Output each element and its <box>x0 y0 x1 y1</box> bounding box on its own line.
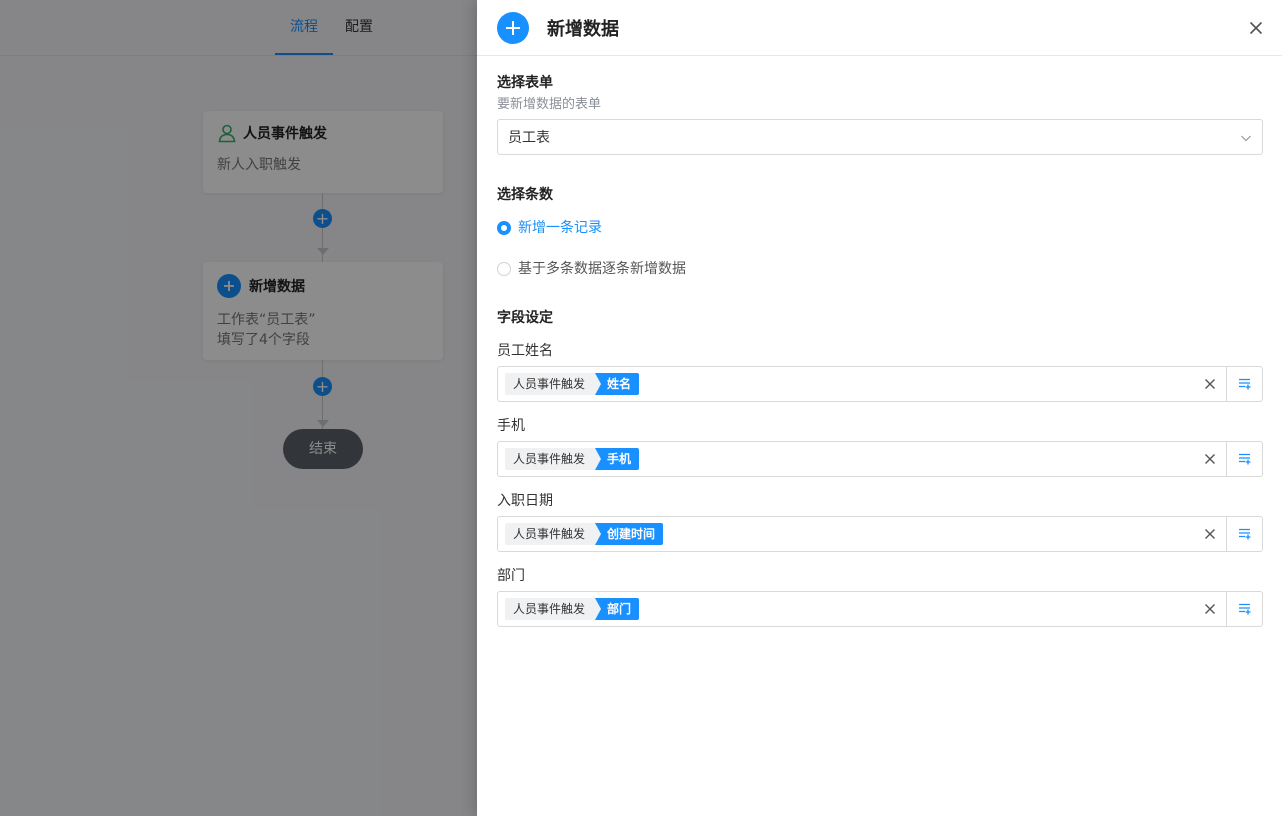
plus-icon <box>497 11 529 44</box>
radio-button[interactable] <box>497 221 511 235</box>
field-input[interactable]: 人员事件触发 手机 <box>498 442 1226 476</box>
field-input[interactable]: 人员事件触发 创建时间 <box>498 517 1226 551</box>
insert-field-button[interactable] <box>1226 517 1262 551</box>
field-row: 入职日期 人员事件触发 创建时间 <box>497 491 1263 552</box>
chevron-down-icon <box>1241 135 1251 142</box>
add-data-drawer: 新增数据 选择表单 要新增数据的表单 员工表 选择条数 新增一条记录 基于多条数… <box>477 0 1282 816</box>
source-tag: 人员事件触发 <box>505 598 596 620</box>
insert-field-button[interactable] <box>1226 592 1262 626</box>
field-row: 手机 人员事件触发 手机 <box>497 416 1263 477</box>
clear-icon[interactable] <box>1204 378 1216 390</box>
radio-label: 新增一条记录 <box>518 220 602 236</box>
field-tag: 手机 <box>595 448 640 470</box>
radio-option-single[interactable]: 新增一条记录 <box>497 218 1263 238</box>
field-tag: 创建时间 <box>595 523 664 545</box>
field-label: 手机 <box>497 418 525 434</box>
field-value-box[interactable]: 人员事件触发 手机 <box>497 441 1263 477</box>
field-input[interactable]: 人员事件触发 姓名 <box>498 367 1226 401</box>
drawer-title: 新增数据 <box>547 18 619 40</box>
count-section-title: 选择条数 <box>497 187 553 203</box>
field-value-box[interactable]: 人员事件触发 姓名 <box>497 366 1263 402</box>
form-section-subtitle: 要新增数据的表单 <box>497 97 602 112</box>
field-label: 员工姓名 <box>497 343 553 359</box>
form-section-title: 选择表单 <box>497 75 553 91</box>
radio-label: 基于多条数据逐条新增数据 <box>518 261 686 277</box>
radio-option-multiple[interactable]: 基于多条数据逐条新增数据 <box>497 259 1263 279</box>
clear-icon[interactable] <box>1204 528 1216 540</box>
field-input[interactable]: 人员事件触发 部门 <box>498 592 1226 626</box>
field-value-box[interactable]: 人员事件触发 部门 <box>497 591 1263 627</box>
close-icon[interactable] <box>1246 18 1266 38</box>
field-label: 部门 <box>497 568 525 584</box>
field-list-icon <box>1238 378 1250 390</box>
source-tag: 人员事件触发 <box>505 448 596 470</box>
field-tag: 姓名 <box>595 373 640 395</box>
field-row: 员工姓名 人员事件触发 姓名 <box>497 341 1263 402</box>
field-tag: 部门 <box>595 598 640 620</box>
field-row: 部门 人员事件触发 部门 <box>497 566 1263 627</box>
field-value-box[interactable]: 人员事件触发 创建时间 <box>497 516 1263 552</box>
source-tag: 人员事件触发 <box>505 523 596 545</box>
source-tag: 人员事件触发 <box>505 373 596 395</box>
form-select-value: 员工表 <box>508 130 550 146</box>
insert-field-button[interactable] <box>1226 367 1262 401</box>
field-list-icon <box>1238 453 1250 465</box>
drawer-body: 选择表单 要新增数据的表单 员工表 选择条数 新增一条记录 基于多条数据逐条新增… <box>477 56 1282 627</box>
form-select[interactable]: 员工表 <box>497 119 1263 155</box>
clear-icon[interactable] <box>1204 603 1216 615</box>
insert-field-button[interactable] <box>1226 442 1262 476</box>
fields-section-title: 字段设定 <box>497 310 553 326</box>
radio-button[interactable] <box>497 262 511 276</box>
field-list-icon <box>1238 528 1250 540</box>
clear-icon[interactable] <box>1204 453 1216 465</box>
field-list-icon <box>1238 603 1250 615</box>
field-label: 入职日期 <box>497 493 553 509</box>
drawer-header: 新增数据 <box>477 0 1282 56</box>
